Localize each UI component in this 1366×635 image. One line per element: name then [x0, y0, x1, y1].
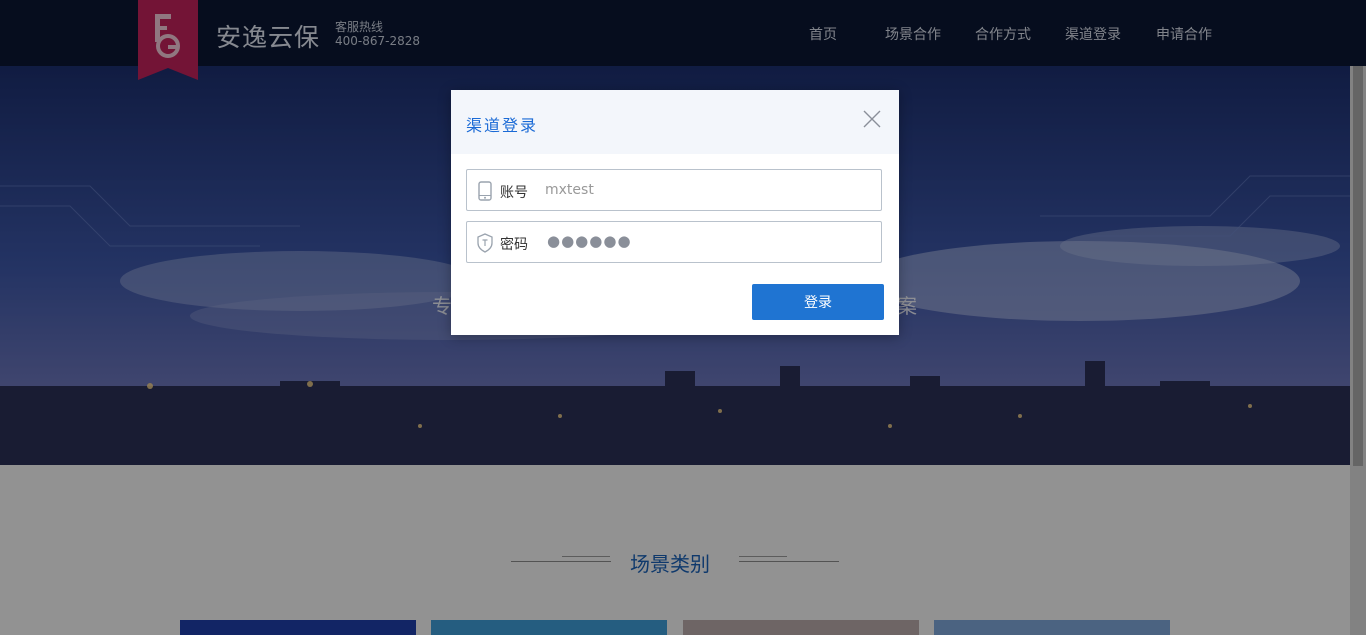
dialog-title: 渠道登录	[466, 116, 539, 135]
password-label: 密码	[500, 237, 528, 253]
close-icon	[863, 110, 881, 128]
login-button[interactable]: 登录	[752, 284, 884, 320]
account-field[interactable]: 账号	[466, 169, 882, 211]
phone-icon	[478, 181, 492, 201]
account-input[interactable]	[545, 176, 875, 204]
close-button[interactable]	[861, 108, 883, 130]
account-label: 账号	[500, 185, 528, 201]
dialog-header: 渠道登录	[451, 90, 899, 154]
channel-login-dialog: 渠道登录 账号 密码 ●●●●●● 登录	[451, 90, 899, 335]
shield-icon	[477, 233, 493, 253]
password-field[interactable]: 密码 ●●●●●●	[466, 221, 882, 263]
password-input[interactable]: ●●●●●●	[547, 232, 632, 250]
